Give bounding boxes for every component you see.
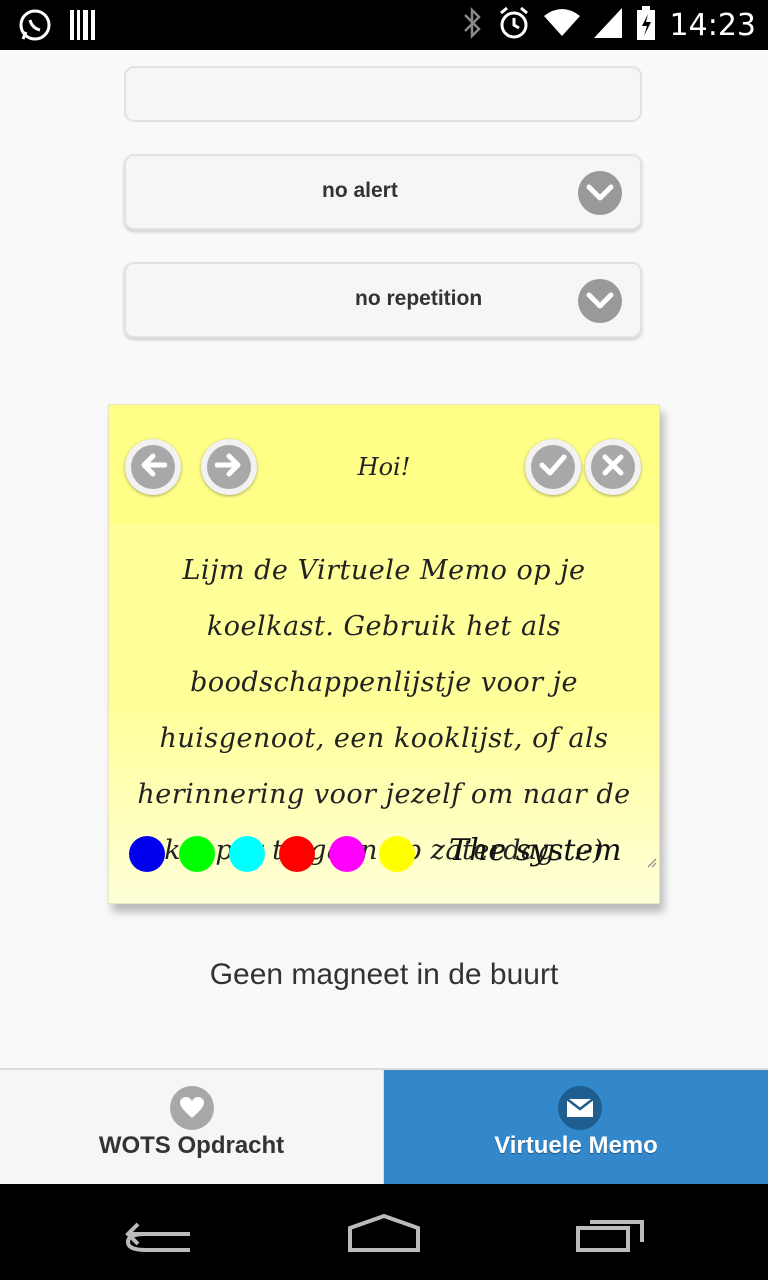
alarm-icon xyxy=(498,6,530,45)
tab-bar: WOTS Opdracht Virtuele Memo xyxy=(0,1068,768,1186)
confirm-button[interactable] xyxy=(525,439,581,495)
barcode-icon xyxy=(70,10,96,45)
resize-handle-icon[interactable] xyxy=(647,855,657,868)
home-icon[interactable] xyxy=(346,1213,422,1259)
color-yellow[interactable] xyxy=(379,836,415,872)
color-blue[interactable] xyxy=(129,836,165,872)
color-cyan[interactable] xyxy=(229,836,265,872)
tab-label: WOTS Opdracht xyxy=(98,1132,285,1159)
close-icon xyxy=(601,453,625,482)
memo-signature: The system xyxy=(449,833,622,868)
tab-wots-opdracht[interactable]: WOTS Opdracht xyxy=(0,1070,384,1186)
memo-note: Hoi! Lijm de Virtuele Memo op je koelkas… xyxy=(108,404,660,904)
bluetooth-icon xyxy=(462,6,484,45)
memo-text[interactable]: Lijm de Virtuele Memo op je koelkast. Ge… xyxy=(123,543,645,879)
repetition-select-value: no repetition xyxy=(355,287,483,310)
whatsapp-icon xyxy=(18,8,52,47)
check-icon xyxy=(539,453,567,482)
alert-select[interactable]: no alert xyxy=(124,154,642,230)
alert-select-value: no alert xyxy=(322,179,398,202)
status-bar: 14:23 xyxy=(0,0,768,50)
delete-button[interactable] xyxy=(585,439,641,495)
tab-virtuele-memo[interactable]: Virtuele Memo xyxy=(384,1070,768,1186)
text-input[interactable] xyxy=(124,66,642,122)
recent-apps-icon[interactable] xyxy=(574,1214,646,1259)
tab-label: Virtuele Memo xyxy=(494,1132,658,1159)
status-time: 14:23 xyxy=(669,7,756,43)
magnet-status-message: Geen magneet in de buurt xyxy=(209,958,559,991)
mail-icon xyxy=(558,1086,602,1130)
signal-icon xyxy=(593,8,622,43)
chevron-down-icon xyxy=(578,171,622,215)
color-magenta[interactable] xyxy=(329,836,365,872)
repetition-select[interactable]: no repetition xyxy=(124,262,642,338)
battery-icon xyxy=(636,6,656,45)
color-picker xyxy=(129,836,415,872)
back-icon[interactable] xyxy=(124,1214,196,1259)
chevron-down-icon xyxy=(578,279,622,323)
heart-icon xyxy=(170,1086,214,1130)
color-red[interactable] xyxy=(279,836,315,872)
navigation-bar xyxy=(0,1184,768,1280)
color-green[interactable] xyxy=(179,836,215,872)
memo-header: Hoi! xyxy=(109,405,659,525)
wifi-icon xyxy=(543,8,580,43)
